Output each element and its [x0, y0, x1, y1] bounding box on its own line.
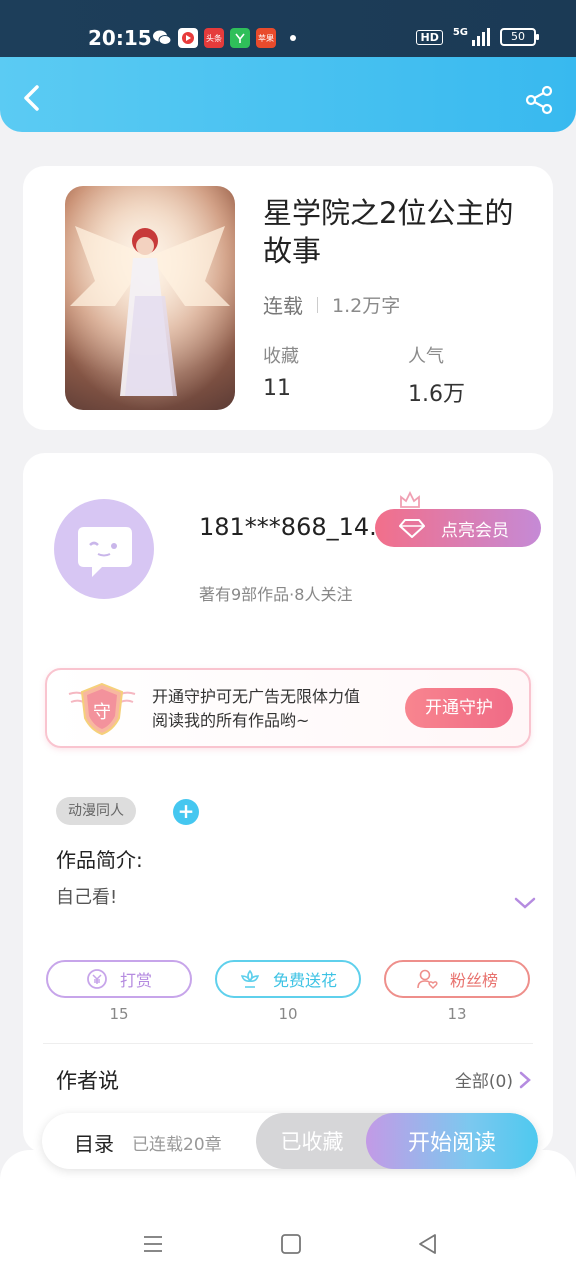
add-tag-button[interactable]: + [173, 799, 199, 825]
chevron-right-icon [519, 1071, 531, 1088]
all-label: 全部(0) [454, 1072, 513, 1092]
diamond-icon [399, 519, 425, 538]
header-bar [0, 57, 576, 132]
guard-text: 开通守护可无广告无限体力值 阅读我的所有作品哟~ [152, 685, 360, 733]
home-icon[interactable] [279, 1232, 303, 1256]
author-stats: 著有9部作品·8人关注 [199, 585, 353, 604]
book-status: 连载 [263, 294, 303, 318]
flower-icon [240, 969, 260, 988]
guard-text-line1: 开通守护可无广告无限体力值 [152, 687, 361, 706]
divider [43, 1043, 533, 1044]
toutiao-icon: 头条 [204, 28, 224, 48]
tip-button[interactable]: 打赏 [46, 960, 192, 998]
flower-count: 10 [278, 1005, 298, 1023]
book-meta: 连载 1.2万字 [263, 290, 400, 319]
cover-illustration [65, 186, 235, 410]
bottom-sheet [0, 1150, 576, 1280]
video-icon [178, 28, 198, 48]
share-icon[interactable] [524, 85, 554, 115]
start-reading-button[interactable]: 开始阅读 [366, 1113, 538, 1169]
chevron-down-icon[interactable] [513, 895, 537, 911]
toc-chapter-count[interactable]: 已连载20章 [132, 1130, 222, 1155]
shield-char: 守 [93, 702, 111, 723]
chevron-left-icon[interactable] [18, 83, 48, 113]
status-app-icons: 头条 苹果 [152, 28, 296, 48]
toc-button[interactable]: 目录 [74, 1128, 114, 1157]
send-flower-button[interactable]: 免费送花 [215, 960, 361, 998]
chat-bubble-icon [78, 527, 132, 577]
red-app-icon: 苹果 [256, 28, 276, 48]
bottom-action-bar: 目录 已连载20章 已收藏 开始阅读 [42, 1113, 538, 1169]
battery-level: 50 [511, 30, 525, 43]
book-info-card: 星学院之2位公主的故事 连载 1.2万字 收藏 11 人气 1.6万 [23, 166, 553, 430]
menu-icon[interactable] [141, 1232, 165, 1256]
author-detail-card: 181***868_14... 点亮会员 著有9部作品·8人关注 守 开通守护可… [23, 453, 553, 1153]
word-count: 1.2万字 [332, 295, 401, 317]
network-label: 5G [452, 26, 468, 38]
user-heart-icon [417, 969, 438, 989]
book-cover[interactable] [65, 186, 235, 410]
vip-button-label: 点亮会员 [441, 520, 509, 541]
toutiao-icon-label: 头条 [206, 33, 222, 43]
guard-text-line2: 阅读我的所有作品哟~ [152, 711, 310, 730]
crown-icon [400, 491, 420, 508]
wechat-icon [152, 28, 172, 48]
author-name[interactable]: 181***868_14... [199, 513, 392, 541]
green-app-icon [230, 28, 250, 48]
popularity-value: 1.6万 [408, 382, 465, 407]
tag-chip[interactable]: 动漫同人 [56, 797, 136, 825]
author-says-title: 作者说 [56, 1069, 119, 1093]
shield-icon: 守 [68, 682, 136, 736]
intro-text: 自己看! [56, 887, 118, 908]
send-flower-label: 免费送花 [272, 971, 337, 990]
fan-count: 13 [447, 1005, 467, 1023]
guard-banner: 守 开通守护可无广告无限体力值 阅读我的所有作品哟~ 开通守护 [45, 668, 531, 748]
favorites-value: 11 [263, 376, 291, 401]
signal-icon [472, 28, 490, 46]
avatar[interactable] [54, 499, 154, 599]
status-time: 20:15 [88, 26, 152, 50]
tip-count: 15 [109, 1005, 129, 1023]
favorites-label: 收藏 [263, 346, 299, 367]
book-title: 星学院之2位公主的故事 [263, 196, 514, 268]
vip-button[interactable]: 点亮会员 [375, 509, 541, 547]
collected-label: 已收藏 [280, 1130, 344, 1154]
meta-divider [317, 296, 318, 313]
open-guard-button[interactable]: 开通守护 [405, 688, 513, 728]
red-app-icon-label: 苹果 [258, 33, 274, 43]
hd-icon: HD [416, 29, 443, 45]
notification-dot-icon [290, 35, 296, 41]
popularity-label: 人气 [408, 346, 444, 367]
fan-rank-button[interactable]: 粉丝榜 [384, 960, 530, 998]
battery-icon: 50 [500, 28, 539, 46]
coin-icon [87, 969, 107, 989]
tip-label: 打赏 [119, 971, 152, 990]
status-right: HD 5G 50 [416, 26, 539, 46]
fan-rank-label: 粉丝榜 [449, 971, 498, 990]
back-icon[interactable] [416, 1232, 440, 1256]
intro-label: 作品简介: [56, 848, 143, 872]
author-says-all-link[interactable]: 全部(0) [455, 1067, 531, 1092]
